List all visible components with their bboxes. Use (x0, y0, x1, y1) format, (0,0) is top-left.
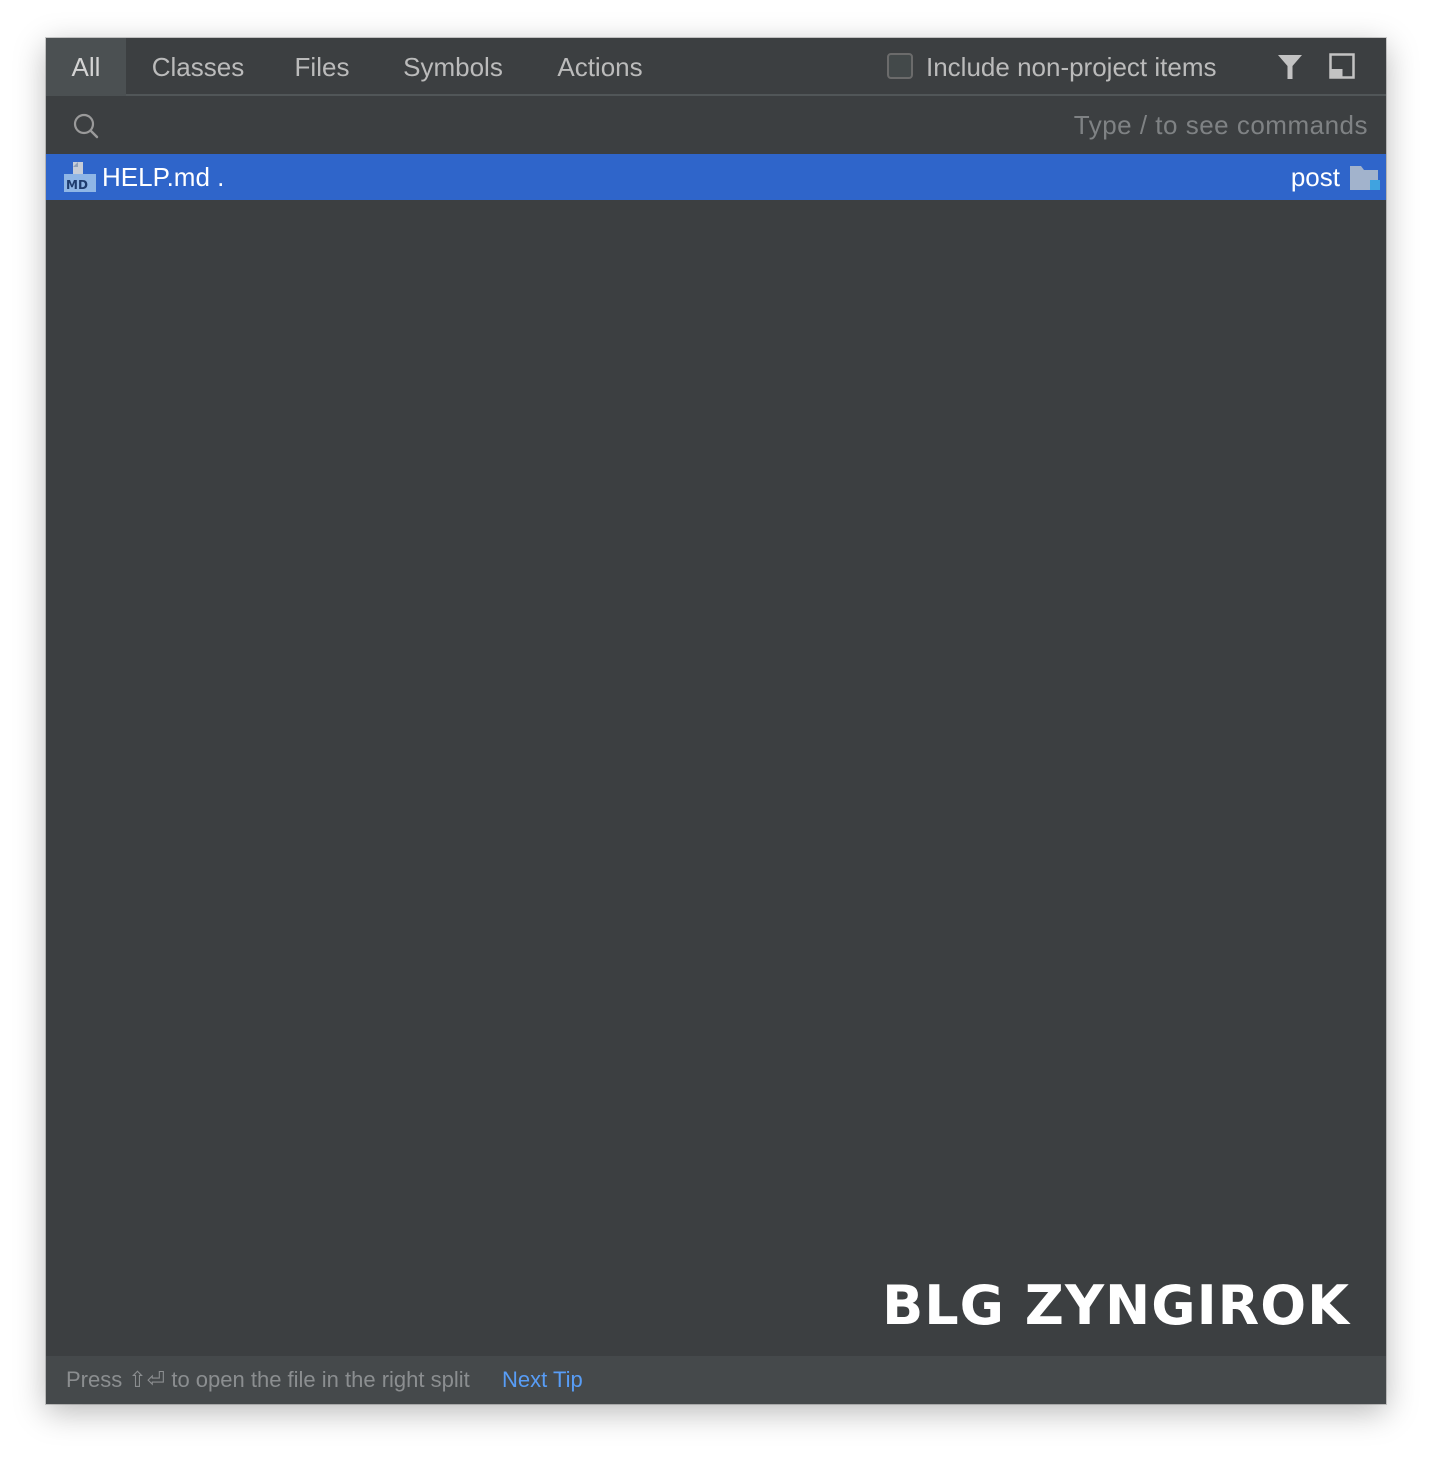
result-location: post (1290, 162, 1340, 192)
tab-classes[interactable]: Classes (150, 38, 246, 96)
result-name: HELP.md . (102, 162, 225, 192)
result-item[interactable]: MD HELP.md . post (46, 154, 1386, 200)
tab-all[interactable]: All (46, 38, 126, 96)
folder-icon (1350, 166, 1380, 190)
search-everywhere-popup: All Classes Files Symbols Actions Includ… (46, 38, 1386, 1404)
footer-bar: Press ⇧⏎ to open the file in the right s… (46, 1356, 1386, 1404)
tip-text: Press ⇧⏎ to open the file in the right s… (66, 1367, 470, 1392)
include-non-project-checkbox[interactable] (887, 53, 913, 79)
search-row (46, 96, 1386, 154)
tab-symbols[interactable]: Symbols (400, 38, 506, 96)
svg-text:MD: MD (66, 178, 88, 192)
include-non-project-label[interactable]: Include non-project items (926, 38, 1216, 96)
tab-actions[interactable]: Actions (554, 38, 646, 96)
tab-bar: All Classes Files Symbols Actions Includ… (46, 38, 1386, 96)
markdown-file-icon: MD (64, 162, 96, 192)
watermark-logo: BLG ZYNGIROK (882, 1274, 1350, 1337)
preview-panel-icon[interactable] (1329, 53, 1355, 79)
filter-icon[interactable] (1276, 53, 1304, 81)
next-tip-link[interactable]: Next Tip (502, 1356, 583, 1404)
search-icon (73, 113, 99, 139)
tab-files[interactable]: Files (294, 38, 350, 96)
search-input[interactable] (116, 104, 1370, 146)
